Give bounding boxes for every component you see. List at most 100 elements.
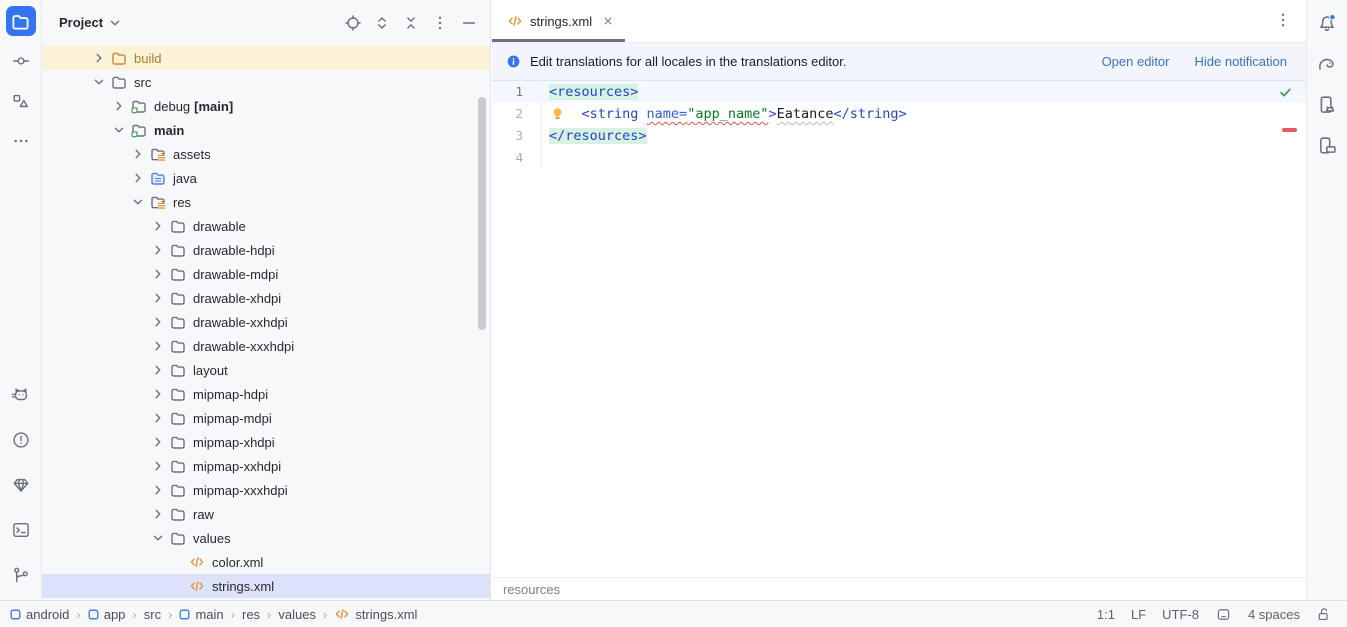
- chevron-right-icon[interactable]: [150, 266, 166, 282]
- popup-widget-icon[interactable]: [1215, 606, 1232, 623]
- tree-item-res[interactable]: res: [42, 190, 490, 214]
- structure-tool-button[interactable]: [6, 86, 36, 116]
- error-stripe-mark[interactable]: [1282, 128, 1297, 132]
- tree-item-drawable-xxhdpi[interactable]: drawable-xxhdpi: [42, 310, 490, 334]
- chevron-right-icon[interactable]: [150, 434, 166, 450]
- tree-item-mipmap-mdpi[interactable]: mipmap-mdpi: [42, 406, 490, 430]
- notifications-button[interactable]: [1315, 11, 1339, 35]
- code-editor[interactable]: 1<resources>2 <string name="app_name">Ea…: [492, 81, 1306, 577]
- tree-item-mipmap-xhdpi[interactable]: mipmap-xhdpi: [42, 430, 490, 454]
- tree-item-drawable-xhdpi[interactable]: drawable-xhdpi: [42, 286, 490, 310]
- panel-options-button[interactable]: [429, 12, 451, 34]
- chevron-right-icon[interactable]: [111, 98, 127, 114]
- chevron-right-icon[interactable]: [150, 314, 166, 330]
- caret-position-widget[interactable]: 1:1: [1097, 607, 1115, 622]
- tree-item-values[interactable]: values: [42, 526, 490, 550]
- chevron-right-icon[interactable]: [150, 386, 166, 402]
- nav-item-android[interactable]: android: [10, 607, 69, 622]
- tree-item-mipmap-xxhdpi[interactable]: mipmap-xxhdpi: [42, 454, 490, 478]
- folder-resources-icon: [150, 146, 166, 162]
- tab-strings-xml[interactable]: strings.xml: [492, 0, 625, 42]
- version-control-tool-button[interactable]: [6, 560, 36, 590]
- tree-item-main[interactable]: main: [42, 118, 490, 142]
- tree-item-java[interactable]: java: [42, 166, 490, 190]
- project-tool-button[interactable]: [6, 6, 36, 36]
- tree-item-mipmap-hdpi[interactable]: mipmap-hdpi: [42, 382, 490, 406]
- open-editor-link[interactable]: Open editor: [1102, 54, 1170, 69]
- unlocked-icon[interactable]: [1316, 606, 1333, 623]
- nav-item-res[interactable]: res: [242, 607, 260, 622]
- xml-file-icon: [189, 578, 205, 594]
- tree-item-label: mipmap-hdpi: [193, 387, 268, 402]
- device-manager-button[interactable]: [1315, 93, 1339, 117]
- inspections-ok-icon[interactable]: [1278, 85, 1293, 100]
- logcat-tool-button[interactable]: [6, 380, 36, 410]
- tree-item-mipmap-xxxhdpi[interactable]: mipmap-xxxhdpi: [42, 478, 490, 502]
- chevron-right-icon[interactable]: [150, 458, 166, 474]
- intention-bulb-icon[interactable]: [551, 107, 564, 120]
- hide-notification-link[interactable]: Hide notification: [1195, 54, 1288, 69]
- tree-item-src[interactable]: src: [42, 70, 490, 94]
- project-tool-window: Project buildsrcdebug[main]mainassetsjav…: [42, 0, 491, 600]
- code-line-3[interactable]: 3</resources>: [492, 125, 1306, 147]
- running-devices-button[interactable]: [1315, 134, 1339, 158]
- encoding-widget[interactable]: UTF-8: [1162, 607, 1199, 622]
- chevron-down-icon[interactable]: [150, 530, 166, 546]
- gradle-button[interactable]: [1315, 52, 1339, 76]
- chevron-right-icon[interactable]: [150, 506, 166, 522]
- nav-item-values[interactable]: values: [278, 607, 316, 622]
- terminal-tool-button[interactable]: [6, 515, 36, 545]
- app-quality-insights-tool-button[interactable]: [6, 470, 36, 500]
- tree-item-raw[interactable]: raw: [42, 502, 490, 526]
- collapse-all-button[interactable]: [400, 12, 422, 34]
- line-separator-widget[interactable]: LF: [1131, 607, 1146, 622]
- chevron-right-icon[interactable]: [150, 338, 166, 354]
- right-tool-strip: [1306, 0, 1347, 600]
- chevron-down-icon[interactable]: [130, 194, 146, 210]
- select-opened-file-button[interactable]: [342, 12, 364, 34]
- code-token: name=: [647, 106, 688, 122]
- nav-item-src[interactable]: src: [144, 607, 161, 622]
- indent-widget[interactable]: 4 spaces: [1248, 607, 1300, 622]
- code-line-4[interactable]: 4: [492, 147, 1306, 169]
- chevron-right-icon[interactable]: [91, 50, 107, 66]
- nav-item-main[interactable]: main: [179, 607, 223, 622]
- tree-item-assets[interactable]: assets: [42, 142, 490, 166]
- chevron-down-icon[interactable]: [111, 122, 127, 138]
- tree-item-color-xml[interactable]: color.xml: [42, 550, 490, 574]
- project-scrollbar[interactable]: [478, 97, 486, 330]
- chevron-right-icon[interactable]: [150, 410, 166, 426]
- line-number: 1: [492, 81, 523, 103]
- nav-item-strings-xml[interactable]: strings.xml: [334, 606, 417, 622]
- code-line-1[interactable]: 1<resources>: [492, 81, 1306, 103]
- code-line-2[interactable]: 2 <string name="app_name">Eatance</strin…: [492, 103, 1306, 125]
- tree-item-drawable-xxxhdpi[interactable]: drawable-xxxhdpi: [42, 334, 490, 358]
- chevron-right-icon[interactable]: [150, 482, 166, 498]
- tree-item-layout[interactable]: layout: [42, 358, 490, 382]
- tree-item-build[interactable]: build: [42, 46, 490, 70]
- chevron-right-icon[interactable]: [150, 290, 166, 306]
- breadcrumb-resources[interactable]: resources: [503, 582, 560, 597]
- chevron-down-icon[interactable]: [107, 15, 123, 31]
- diamond-icon: [11, 475, 31, 495]
- chevron-right-icon[interactable]: [150, 242, 166, 258]
- tree-item-drawable-mdpi[interactable]: drawable-mdpi: [42, 262, 490, 286]
- tree-item-drawable[interactable]: drawable: [42, 214, 490, 238]
- chevron-right-icon[interactable]: [150, 218, 166, 234]
- chevron-right-icon[interactable]: [130, 170, 146, 186]
- chevron-right-icon[interactable]: [150, 362, 166, 378]
- chevron-right-icon[interactable]: [130, 146, 146, 162]
- commit-tool-button[interactable]: [6, 46, 36, 76]
- close-icon[interactable]: [601, 14, 615, 28]
- nav-item-app[interactable]: app: [88, 607, 126, 622]
- editor-options-kebab-icon[interactable]: [1273, 10, 1293, 30]
- hide-panel-button[interactable]: [458, 12, 480, 34]
- tree-item-debug[interactable]: debug[main]: [42, 94, 490, 118]
- chevron-down-icon[interactable]: [91, 74, 107, 90]
- problems-tool-button[interactable]: [6, 425, 36, 455]
- tree-item-strings-xml[interactable]: strings.xml: [42, 574, 490, 598]
- project-panel-title[interactable]: Project: [59, 15, 103, 30]
- more-tools-tool-button[interactable]: [6, 126, 36, 156]
- expand-all-button[interactable]: [371, 12, 393, 34]
- tree-item-drawable-hdpi[interactable]: drawable-hdpi: [42, 238, 490, 262]
